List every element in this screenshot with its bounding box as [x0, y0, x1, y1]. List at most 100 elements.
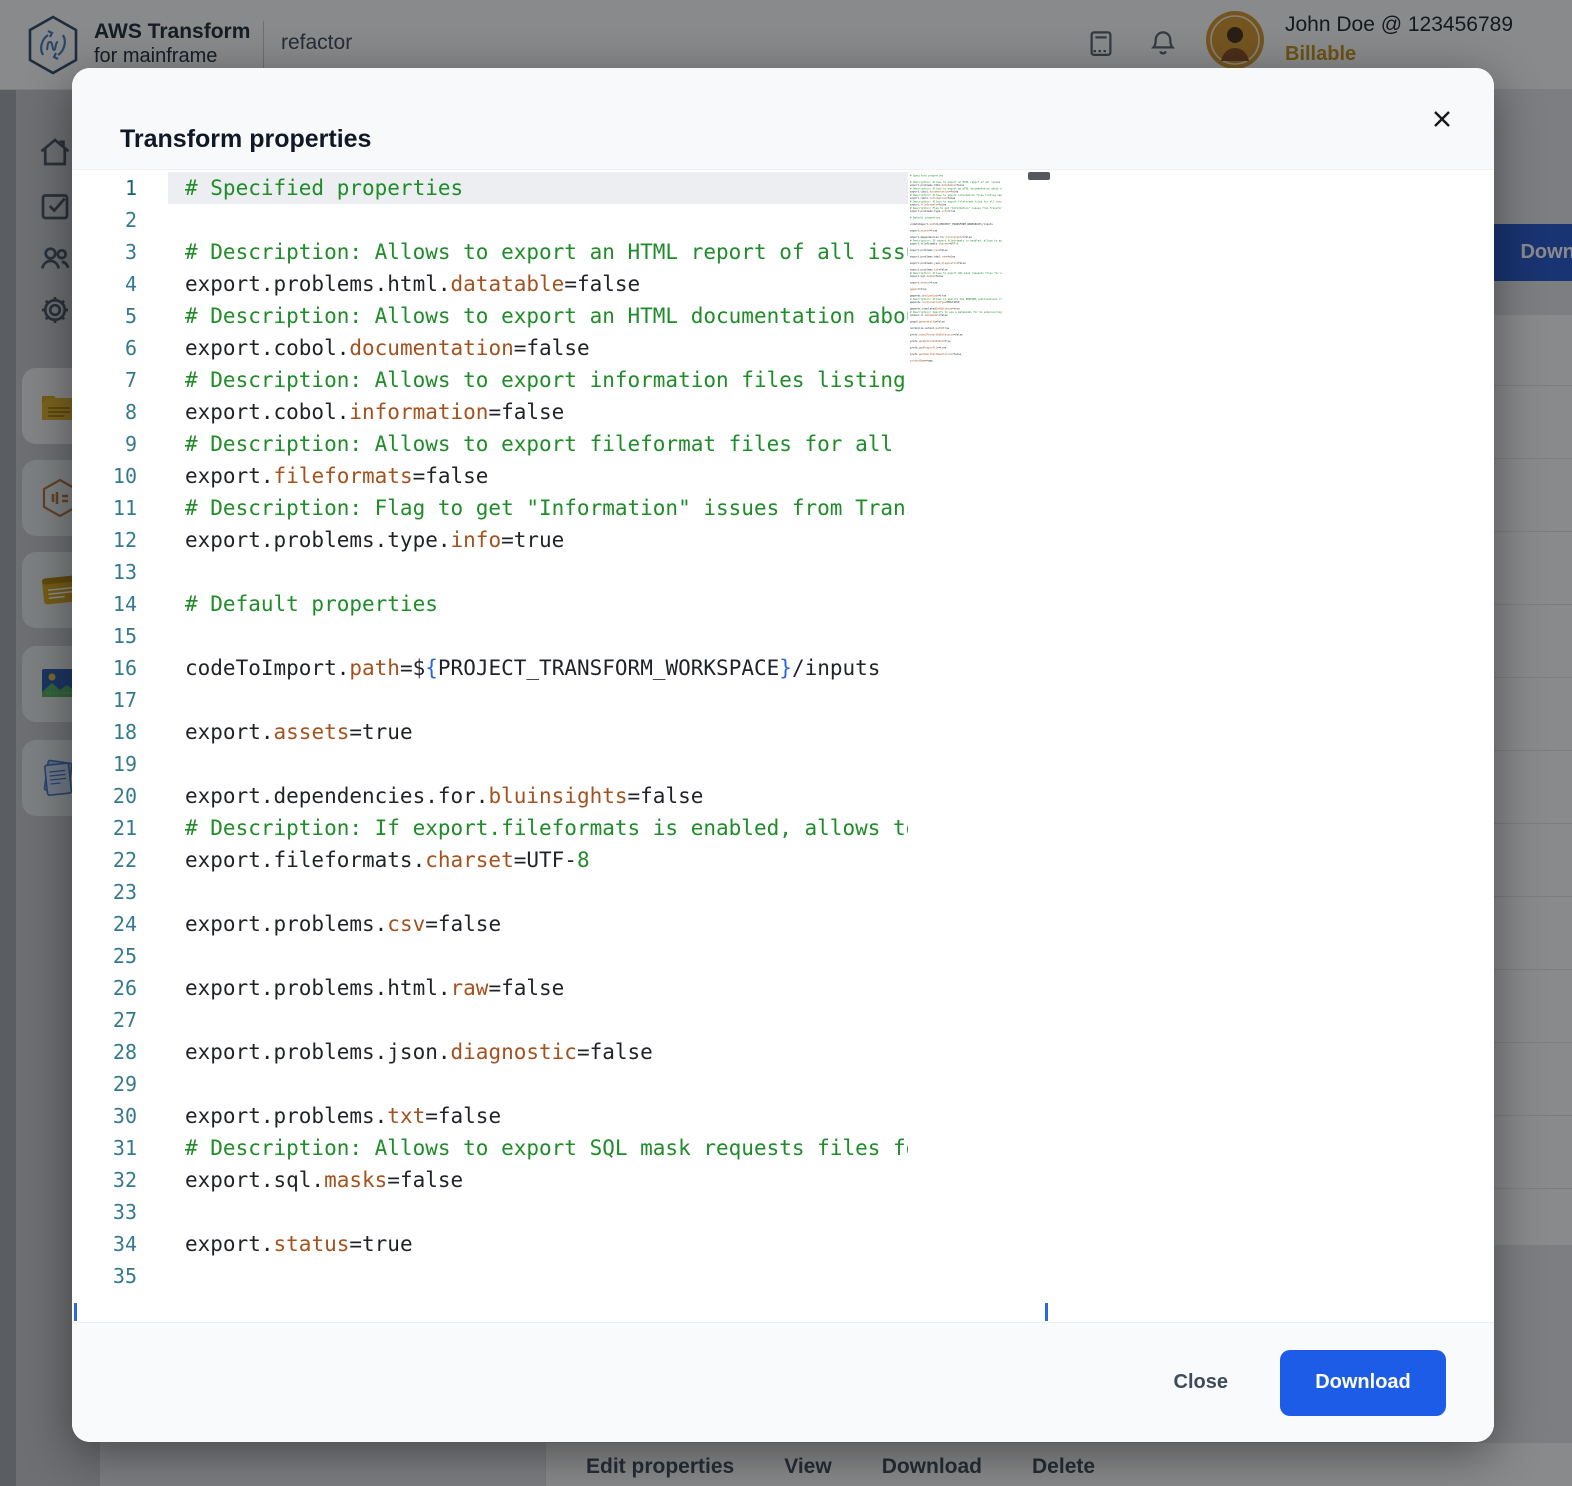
code-line: 7 # Description: Allows to export informa… [72, 364, 1494, 396]
code-line: 12 export.problems.type.info=true [72, 524, 1494, 556]
code-line: 11 # Description: Flag to get "Informatio… [72, 492, 1494, 524]
code-text: codeToImport.path=${PROJECT_TRANSFORM_WO… [185, 656, 908, 680]
line-number: 29 [72, 1072, 137, 1096]
line-number: 24 [72, 912, 137, 936]
line-number: 13 [72, 560, 137, 584]
minimap-line: projectName=app [910, 359, 1026, 362]
line-number: 28 [72, 1040, 137, 1064]
line-number: 11 [72, 496, 137, 520]
code-text: # Specified properties [185, 176, 908, 200]
line-number: 10 [72, 464, 137, 488]
code-line: 16 codeToImport.path=${PROJECT_TRANSFORM_… [72, 652, 1494, 684]
code-line: 10 export.fileformats=false [72, 460, 1494, 492]
code-text: # Description: Allows to export an HTML … [185, 240, 908, 264]
code-text: # Description: Allows to export an HTML … [185, 304, 908, 328]
line-number: 5 [72, 304, 137, 328]
line-number: 34 [72, 1232, 137, 1256]
line-number: 22 [72, 848, 137, 872]
code-text: export.dependencies.for.bluinsights=fals… [185, 784, 908, 808]
code-text: # Description: Allows to export informat… [185, 368, 908, 392]
code-text: export.status=true [185, 1232, 908, 1256]
line-number: 2 [72, 208, 137, 232]
line-number: 20 [72, 784, 137, 808]
editor-minimap[interactable]: # Specified properties# Description: All… [910, 174, 1026, 1294]
code-text: export.fileformats.charset=UTF-8 [185, 848, 908, 872]
editor-vertical-scrollbar-thumb[interactable] [1028, 172, 1050, 180]
code-text: export.problems.csv=false [185, 912, 908, 936]
code-line: 3 # Description: Allows to export an HTML… [72, 236, 1494, 268]
code-text: export.cobol.documentation=false [185, 336, 908, 360]
code-text: export.problems.type.info=true [185, 528, 908, 552]
code-line: 26 export.problems.html.raw=false [72, 972, 1494, 1004]
hscroll-right-marker [1045, 1303, 1048, 1321]
code-text: export.fileformats=false [185, 464, 908, 488]
code-line: 9# Description: Allows to export filefor… [72, 428, 1494, 460]
code-line: 5 # Description: Allows to export an HTML… [72, 300, 1494, 332]
transform-properties-modal: Transform properties 1 # Specified proper… [72, 68, 1494, 1442]
code-text: # Description: If export.fileformats is … [185, 816, 908, 840]
line-number: 1 [72, 176, 137, 200]
line-number: 17 [72, 688, 137, 712]
code-text: # Default properties [185, 592, 908, 616]
code-line: 4 export.problems.html.datatable=false [72, 268, 1494, 300]
properties-code-editor[interactable]: 1# Specified properties23# Description: … [72, 170, 1494, 1322]
code-line: 21 # Description: If export.fileformats i… [72, 812, 1494, 844]
line-number: 21 [72, 816, 137, 840]
line-number: 26 [72, 976, 137, 1000]
code-line: 23 [72, 876, 1494, 908]
code-text: export.sql.masks=false [185, 1168, 908, 1192]
code-line: 24 export.problems.csv=false [72, 908, 1494, 940]
code-text: # Description: Allows to export SQL mask… [185, 1136, 908, 1160]
code-line: 2 [72, 204, 1494, 236]
code-line: 19 [72, 748, 1494, 780]
modal-header: Transform properties [72, 68, 1494, 170]
code-line: 6 export.cobol.documentation=false [72, 332, 1494, 364]
close-button[interactable]: Close [1168, 1370, 1234, 1395]
close-icon[interactable] [1422, 99, 1462, 139]
code-line: 1 # Specified properties [72, 172, 1494, 204]
line-number: 15 [72, 624, 137, 648]
code-line: 31# Description: Allows to export SQL ma… [72, 1132, 1494, 1164]
line-number: 4 [72, 272, 137, 296]
minimap-content: # Specified properties# Description: All… [910, 174, 1026, 363]
line-number: 9 [72, 432, 137, 456]
code-line: 28 export.problems.json.diagnostic=false [72, 1036, 1494, 1068]
code-line: 20 export.dependencies.for.bluinsights=fa… [72, 780, 1494, 812]
line-number: 12 [72, 528, 137, 552]
code-text: export.problems.html.raw=false [185, 976, 908, 1000]
code-line: 15 [72, 620, 1494, 652]
line-number: 32 [72, 1168, 137, 1192]
code-line: 8 export.cobol.information=false [72, 396, 1494, 428]
line-number: 35 [72, 1264, 137, 1288]
code-line: 29 [72, 1068, 1494, 1100]
line-number: 3 [72, 240, 137, 264]
code-line: 18 export.assets=true [72, 716, 1494, 748]
code-text: export.assets=true [185, 720, 908, 744]
line-number: 18 [72, 720, 137, 744]
line-number: 7 [72, 368, 137, 392]
code-text: export.problems.json.diagnostic=false [185, 1040, 908, 1064]
code-line: 30 export.problems.txt=false [72, 1100, 1494, 1132]
line-number: 33 [72, 1200, 137, 1224]
code-line: 33 [72, 1196, 1494, 1228]
modal-footer: Close Download [72, 1322, 1494, 1442]
code-line: 22 export.fileformats.charset=UTF-8 [72, 844, 1494, 876]
hscroll-left-marker [74, 1303, 77, 1321]
code-line: 32 export.sql.masks=false [72, 1164, 1494, 1196]
line-number: 6 [72, 336, 137, 360]
download-button[interactable]: Download [1280, 1350, 1446, 1416]
line-number: 27 [72, 1008, 137, 1032]
code-line: 25 [72, 940, 1494, 972]
code-text: export.problems.txt=false [185, 1104, 908, 1128]
code-line: 35 [72, 1260, 1494, 1292]
line-number: 16 [72, 656, 137, 680]
code-text: # Description: Flag to get "Information"… [185, 496, 908, 520]
line-number: 30 [72, 1104, 137, 1128]
code-line: 27 [72, 1004, 1494, 1036]
line-number: 8 [72, 400, 137, 424]
code-line: 13 [72, 556, 1494, 588]
code-line: 34 export.status=true [72, 1228, 1494, 1260]
code-text: export.problems.html.datatable=false [185, 272, 908, 296]
line-number: 23 [72, 880, 137, 904]
code-text: export.cobol.information=false [185, 400, 908, 424]
